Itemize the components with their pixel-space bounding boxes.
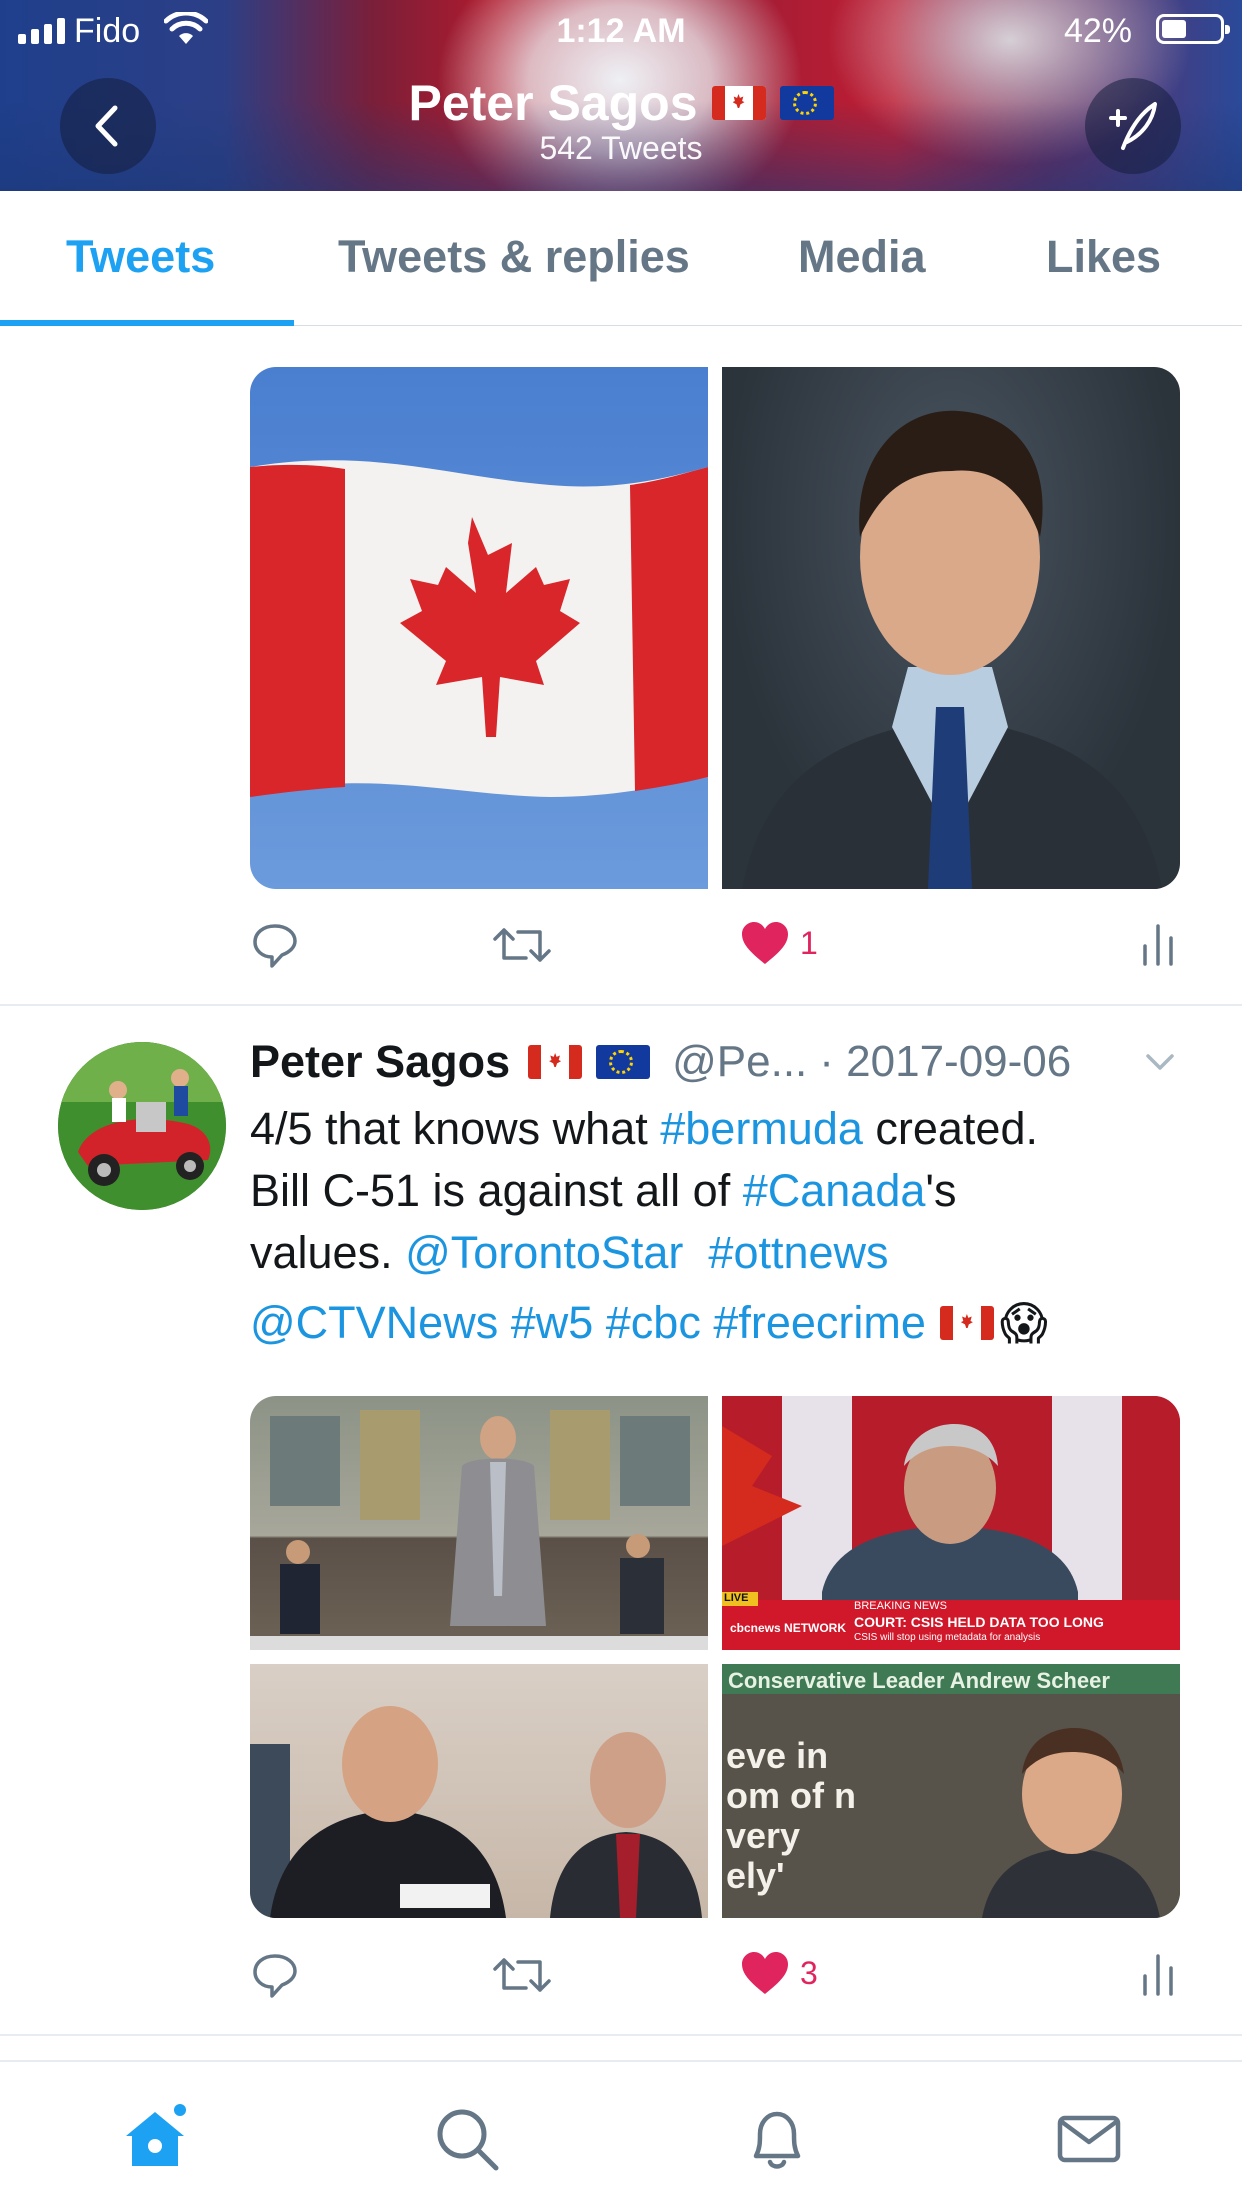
news-headline: COURT: CSIS HELD DATA TOO LONG bbox=[854, 1614, 1104, 1630]
like-count: 3 bbox=[800, 1954, 818, 1991]
profile-title: Peter Sagos 542 Tweets bbox=[0, 74, 1242, 167]
retweet-button[interactable] bbox=[492, 920, 552, 970]
justin-trudeau-portrait-photo[interactable] bbox=[722, 367, 1180, 889]
live-badge: LIVE bbox=[724, 1592, 749, 1604]
flag-eu-icon bbox=[596, 1045, 651, 1079]
active-tab-indicator bbox=[0, 320, 294, 326]
retweet-icon bbox=[493, 928, 551, 962]
tab-media[interactable]: Media bbox=[798, 231, 926, 283]
chevron-down-icon[interactable] bbox=[1140, 1042, 1180, 1082]
profile-header: Fido 1:12 AM 42% Peter Sagos 542 Tweets bbox=[0, 0, 1242, 191]
bottom-tab-bar bbox=[0, 2060, 1242, 2210]
flag-canada-icon bbox=[711, 86, 766, 120]
analytics-icon bbox=[1143, 1954, 1173, 1996]
reply-icon bbox=[253, 1954, 297, 1998]
parliament-hallway-photo[interactable] bbox=[250, 1396, 708, 1650]
messages-icon[interactable] bbox=[1054, 2104, 1124, 2174]
tweet-text-segment: values. bbox=[250, 1227, 406, 1278]
heart-icon bbox=[742, 1952, 788, 1994]
battery-icon bbox=[1156, 14, 1230, 44]
network-logo-text: cbcnews NETWORK bbox=[730, 1621, 847, 1635]
analytics-icon bbox=[1143, 924, 1173, 966]
andrew-scheer-newspaper-photo[interactable]: Conservative Leader Andrew Scheer eve in… bbox=[722, 1664, 1180, 1918]
profile-tabs: Tweets Tweets & replies Media Likes bbox=[0, 191, 1242, 326]
status-time: 1:12 AM bbox=[556, 12, 686, 50]
reply-icon bbox=[253, 924, 297, 968]
mention-link[interactable]: @TorontoStar bbox=[405, 1227, 683, 1278]
compose-tweet-button[interactable] bbox=[1085, 78, 1181, 174]
tweet-text-segment: Bill C-51 is against all of bbox=[250, 1165, 743, 1216]
battery-percent: 42% bbox=[1063, 12, 1132, 50]
flag-canada-icon bbox=[939, 1306, 994, 1340]
tweet-media-grid[interactable]: LIVE cbcnews NETWORK BREAKING NEWS COURT… bbox=[250, 1396, 1180, 1918]
canada-flag-graphic bbox=[250, 460, 708, 797]
avatar-image bbox=[58, 1042, 226, 1210]
screaming-face-emoji: 😱 bbox=[999, 1296, 1048, 1350]
compose-tweet-icon bbox=[1109, 102, 1157, 150]
tab-likes[interactable]: Likes bbox=[1046, 231, 1161, 283]
tweet-media-grid[interactable] bbox=[250, 367, 1180, 889]
reply-button[interactable] bbox=[250, 1950, 300, 2000]
retweet-icon bbox=[493, 1958, 551, 1992]
analytics-button[interactable] bbox=[1140, 1950, 1176, 1996]
canada-flag-photo[interactable] bbox=[250, 367, 708, 889]
tweet-divider bbox=[0, 2034, 1242, 2036]
tab-tweets[interactable]: Tweets bbox=[66, 231, 215, 283]
committee-graphic bbox=[250, 1706, 702, 1918]
flag-canada-icon bbox=[528, 1045, 583, 1079]
like-count: 1 bbox=[800, 924, 818, 961]
tweet-author-name[interactable]: Peter Sagos bbox=[250, 1036, 510, 1088]
flag-eu-icon bbox=[779, 86, 834, 120]
tweet-text-segment: 's bbox=[925, 1165, 957, 1216]
reply-button[interactable] bbox=[250, 920, 300, 970]
profile-name: Peter Sagos bbox=[408, 75, 698, 131]
heart-icon bbox=[742, 922, 788, 964]
tweet-date: · 2017-09-06 bbox=[819, 1037, 1072, 1086]
like-button[interactable]: 1 bbox=[740, 920, 818, 966]
status-bar: Fido 1:12 AM 42% bbox=[0, 0, 1242, 62]
scheer-quote-fragment: eve in om of n very ely' bbox=[726, 1735, 856, 1896]
avatar[interactable] bbox=[58, 1042, 226, 1210]
like-button[interactable]: 3 bbox=[740, 1950, 818, 1996]
hashtag-link[interactable]: #bermuda bbox=[660, 1103, 863, 1154]
cbc-graphic bbox=[722, 1396, 1180, 1650]
tweet-text-segment: 4/5 that knows what bbox=[250, 1103, 661, 1154]
notifications-icon[interactable] bbox=[742, 2104, 812, 2174]
search-icon[interactable] bbox=[432, 2104, 502, 2174]
tweet-actions: 3 bbox=[250, 1950, 1180, 2010]
tweet-author-handle[interactable]: @Pe... bbox=[672, 1037, 807, 1087]
tweet-text: 4/5 that knows what #bermuda created. Bi… bbox=[250, 1098, 1190, 1354]
scheer-banner: Conservative Leader Andrew Scheer bbox=[728, 1668, 1110, 1693]
home-icon[interactable] bbox=[120, 2104, 190, 2174]
news-subline: CSIS will stop using metadata for analys… bbox=[854, 1632, 1041, 1643]
mention-hashtag-links[interactable]: @CTVNews #w5 #cbc #freecrime bbox=[250, 1292, 926, 1354]
cbc-news-broadcast-screenshot[interactable]: LIVE cbcnews NETWORK BREAKING NEWS COURT… bbox=[722, 1396, 1180, 1650]
tweet-divider bbox=[0, 1004, 1242, 1006]
tweet-count: 542 Tweets bbox=[539, 130, 703, 166]
breaking-news-label: BREAKING NEWS bbox=[854, 1600, 947, 1612]
rcmp-committee-photo[interactable] bbox=[250, 1664, 708, 1918]
tweet-text-segment: created. bbox=[862, 1103, 1038, 1154]
tweet-header: Peter Sagos @Pe... · 2017-09-06 bbox=[250, 1030, 1180, 1094]
analytics-button[interactable] bbox=[1140, 920, 1176, 966]
tab-tweets-and-replies[interactable]: Tweets & replies bbox=[338, 231, 690, 283]
hallway-graphic bbox=[250, 1410, 708, 1650]
tweet-actions: 1 bbox=[250, 920, 1180, 980]
portrait-graphic bbox=[742, 410, 1162, 889]
hashtag-link[interactable]: #ottnews bbox=[708, 1227, 888, 1278]
retweet-button[interactable] bbox=[492, 1950, 552, 2000]
hashtag-link[interactable]: #Canada bbox=[743, 1165, 926, 1216]
